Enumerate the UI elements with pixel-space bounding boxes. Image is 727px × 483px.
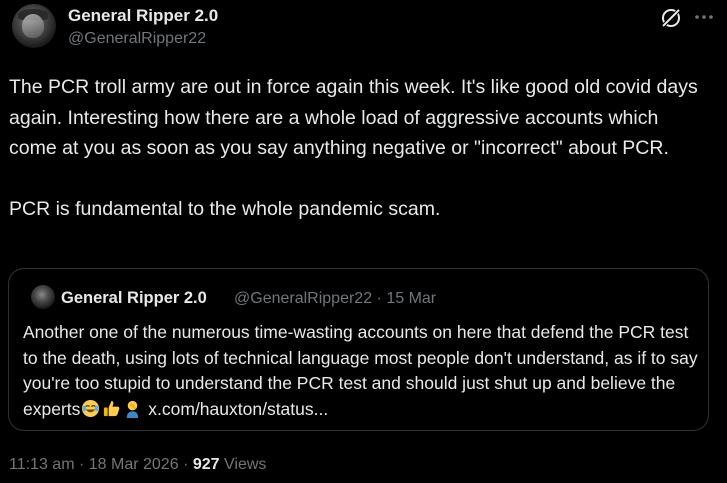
thumbs-up-emoji (104, 400, 120, 416)
quoted-author-name: General Ripper 2.0 (61, 289, 207, 307)
quoted-link[interactable]: x.com/hauxton/status... (148, 399, 328, 419)
author-handle[interactable]: @GeneralRipper22 (68, 30, 206, 48)
tweet-header: General Ripper 2.0 @GeneralRipper22 (0, 0, 727, 60)
views-count: 927 (192, 456, 220, 473)
tweet-footer: 11:13 am · 18 Mar 2026 · 927 Views (9, 456, 266, 474)
more-options-icon[interactable] (692, 5, 716, 29)
grok-icon[interactable] (658, 5, 684, 31)
footer-separator: · (183, 456, 189, 473)
person-facepalming-emoji (127, 400, 139, 418)
footer-separator: · (78, 456, 85, 473)
tweet-date[interactable]: 18 Mar 2026 (89, 456, 179, 473)
quoted-author-handle: @GeneralRipper22 (234, 290, 373, 307)
quoted-separator: · (376, 290, 382, 307)
quoted-tweet[interactable]: General Ripper 2.0 @GeneralRipper22 · 15… (8, 268, 709, 431)
quoted-date[interactable]: 15 Mar (386, 290, 436, 307)
tweet-text: The PCR troll army are out in force agai… (9, 76, 698, 220)
face-with-tears-of-joy-emoji (82, 399, 100, 417)
quoted-author-avatar (31, 285, 55, 309)
views-label: Views (224, 456, 267, 473)
author-name[interactable]: General Ripper 2.0 (68, 6, 218, 26)
quoted-meta: @GeneralRipper22 · 15 Mar (234, 290, 436, 308)
author-avatar[interactable] (12, 4, 56, 48)
quoted-text: Another one of the numerous time-wasting… (23, 320, 703, 422)
tweet-time[interactable]: 11:13 am (9, 456, 75, 473)
